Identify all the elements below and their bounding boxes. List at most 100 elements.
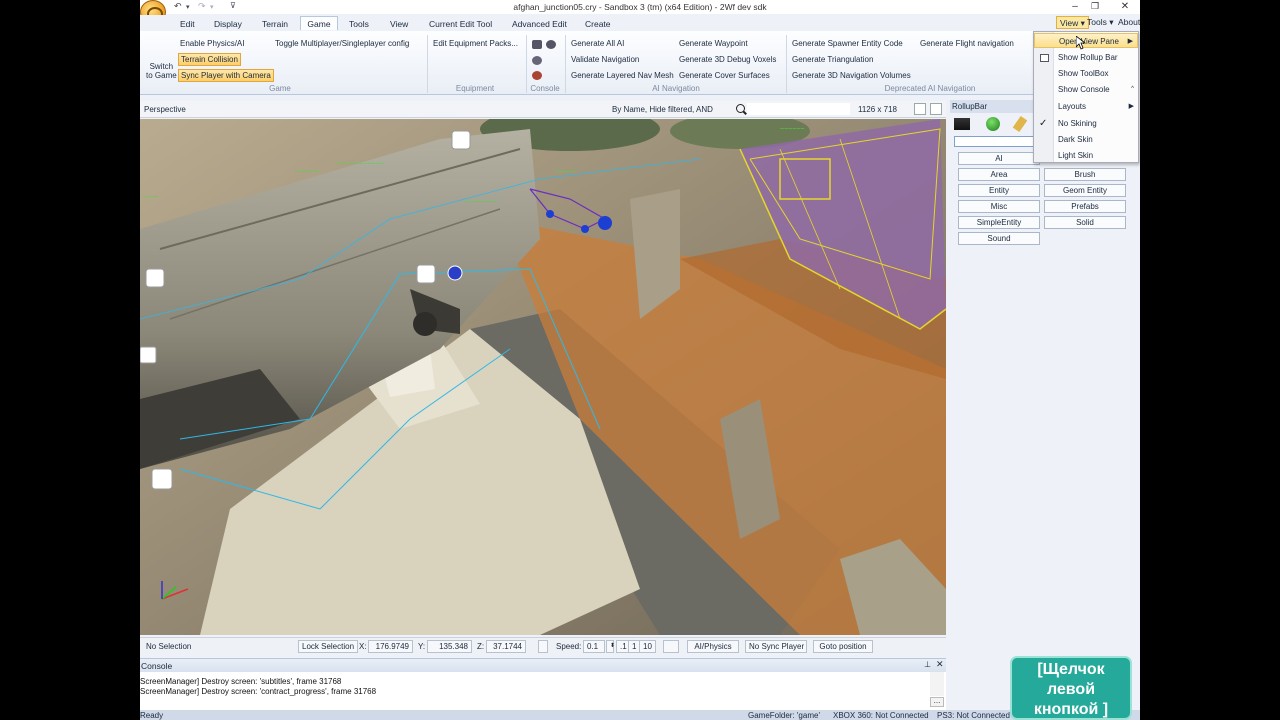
expand-up-icon: ^ xyxy=(1131,86,1134,92)
settings-gear-icon[interactable] xyxy=(532,56,542,65)
menu-layouts[interactable]: Layouts ▶ xyxy=(1034,99,1138,114)
x-coordinate-field[interactable]: 176.9749 xyxy=(368,640,413,653)
viewport-name[interactable]: Perspective xyxy=(144,105,186,114)
tab-display[interactable]: Display xyxy=(210,17,246,31)
enable-physics-ai-button[interactable]: Enable Physics/AI xyxy=(180,39,244,48)
maximize-viewport-icon[interactable] xyxy=(930,103,942,115)
speed-input[interactable]: 0.1 xyxy=(583,640,605,653)
close-icon[interactable]: ✕ xyxy=(1110,0,1140,14)
undo-dropdown-icon[interactable]: ▾ xyxy=(186,3,190,11)
goto-position-button[interactable]: Goto position xyxy=(813,640,873,653)
console-grid-icon[interactable] xyxy=(532,40,542,49)
perspective-viewport[interactable]: ~~~~~~ ~~~~~~~~~~~~ ~~~~~~~~ ~~~~~ ~~~~ … xyxy=(140,119,946,635)
ai-physics-button[interactable]: AI/Physics xyxy=(687,640,739,653)
redo-dropdown-icon[interactable]: ▾ xyxy=(210,3,214,11)
tools-menu-button[interactable]: Tools ▾ xyxy=(1084,16,1116,29)
generate-all-ai-button[interactable]: Generate All AI xyxy=(571,39,624,48)
console-scrollbar[interactable] xyxy=(930,672,944,696)
window-title: afghan_junction05.cry - Sandbox 3 (tm) (… xyxy=(513,2,767,12)
solid-button[interactable]: Solid xyxy=(1044,216,1126,229)
menu-show-toolbox[interactable]: Show ToolBox xyxy=(1034,66,1138,81)
tab-terrain[interactable]: Terrain xyxy=(258,17,292,31)
no-sync-player-button[interactable]: No Sync Player xyxy=(745,640,807,653)
terrain-collision-button[interactable]: Terrain Collision xyxy=(178,53,241,66)
tab-view[interactable]: View xyxy=(386,17,412,31)
record-icon[interactable] xyxy=(532,71,542,80)
entity-button[interactable]: Entity xyxy=(958,184,1040,197)
pin-icon[interactable]: ⊥ xyxy=(924,660,931,669)
svg-text:~~~~~~: ~~~~~~ xyxy=(295,169,320,176)
customize-toolbar-icon[interactable]: ⊽ xyxy=(230,1,236,10)
tab-game[interactable]: Game xyxy=(300,16,338,30)
menu-no-skining[interactable]: ✓ No Skining xyxy=(1034,116,1138,131)
z-coordinate-field[interactable]: 37.1744 xyxy=(486,640,526,653)
brush-button[interactable]: Brush xyxy=(1044,168,1126,181)
equipment-group-label: Equipment xyxy=(455,84,495,93)
camera-icon[interactable] xyxy=(546,40,556,49)
area-button[interactable]: Area xyxy=(958,168,1040,181)
coordinate-lock-icon[interactable] xyxy=(538,640,548,653)
tab-create[interactable]: Create xyxy=(581,17,615,31)
tab-advanced-edit[interactable]: Advanced Edit xyxy=(508,17,571,31)
switch-to-game-button[interactable]: Switch to Game xyxy=(146,62,177,80)
toggle-multiplayer-button[interactable]: Toggle Multiplayer/Singleplayer config xyxy=(275,39,409,48)
console-more-button[interactable]: ... xyxy=(930,697,944,707)
terrain-follow-icon[interactable] xyxy=(663,640,679,653)
generate-flight-navigation-button[interactable]: Generate Flight navigation xyxy=(920,39,1014,48)
prefabs-button[interactable]: Prefabs xyxy=(1044,200,1126,213)
ai-button[interactable]: AI xyxy=(958,152,1040,165)
validate-navigation-button[interactable]: Validate Navigation xyxy=(571,55,639,64)
menu-open-view-pane[interactable]: Open View Pane ▶ xyxy=(1034,33,1138,48)
generate-3d-navigation-volumes-button[interactable]: Generate 3D Navigation Volumes xyxy=(792,71,911,80)
pencil-tool-icon[interactable] xyxy=(1012,115,1028,133)
generate-cover-surfaces-button[interactable]: Generate Cover Surfaces xyxy=(679,71,770,80)
simpleentity-button[interactable]: SimpleEntity xyxy=(958,216,1040,229)
menu-show-console[interactable]: Show Console ^ xyxy=(1034,82,1138,97)
axis-toggle-icon[interactable] xyxy=(914,103,926,115)
ribbon-tabs: Edit Display Terrain Game Tools View Cur… xyxy=(140,15,1140,31)
undo-icon[interactable]: ↶ xyxy=(174,1,182,12)
svg-text:~~~~: ~~~~ xyxy=(142,194,158,201)
generate-waypoint-button[interactable]: Generate Waypoint xyxy=(679,39,748,48)
geom-entity-button[interactable]: Geom Entity xyxy=(1044,184,1126,197)
edit-equipment-packs-button[interactable]: Edit Equipment Packs... xyxy=(433,39,518,48)
view-dropdown-menu: Open View Pane ▶ Show Rollup Bar Show To… xyxy=(1033,31,1139,163)
xbox-status: XBOX 360: Not Connected xyxy=(833,711,929,720)
tab-current-edit-tool[interactable]: Current Edit Tool xyxy=(425,17,496,31)
speed-label: Speed: xyxy=(556,642,582,651)
deprecated-ai-navigation-group-label: Deprecated AI Navigation xyxy=(884,84,976,93)
z-label: Z: xyxy=(477,642,485,651)
submenu-arrow-icon: ▶ xyxy=(1128,103,1134,110)
objects-tool-icon[interactable] xyxy=(954,118,970,130)
menu-show-rollup-bar[interactable]: Show Rollup Bar xyxy=(1034,50,1138,65)
speed-spinner-icon[interactable]: ⬍ xyxy=(606,640,615,653)
generate-layered-nav-mesh-button[interactable]: Generate Layered Nav Mesh xyxy=(571,71,674,80)
search-icon[interactable] xyxy=(736,104,745,113)
generate-triangulation-button[interactable]: Generate Triangulation xyxy=(792,55,873,64)
y-coordinate-field[interactable]: 135.348 xyxy=(427,640,472,653)
rollup-bar-icon xyxy=(1040,54,1049,62)
sound-button[interactable]: Sound xyxy=(958,232,1040,245)
speed-preset-10-button[interactable]: 10 xyxy=(639,640,656,653)
about-menu-button[interactable]: About xyxy=(1115,16,1140,29)
menu-dark-skin[interactable]: Dark Skin xyxy=(1034,132,1138,147)
console-title: Console xyxy=(141,661,173,671)
game-folder-status: GameFolder: 'game' xyxy=(748,711,820,720)
rollup-object-field[interactable] xyxy=(954,136,1034,147)
maximize-icon[interactable]: ❐ xyxy=(1080,0,1110,14)
menu-light-skin[interactable]: Light Skin xyxy=(1034,148,1138,163)
terrain-tool-icon[interactable] xyxy=(986,117,1000,131)
game-group-label: Game xyxy=(269,84,291,93)
menu-show-rollup-bar-label: Show Rollup Bar xyxy=(1058,53,1118,62)
lock-selection-button[interactable]: Lock Selection xyxy=(298,640,359,653)
tab-edit[interactable]: Edit xyxy=(176,17,199,31)
tab-tools[interactable]: Tools xyxy=(345,17,373,31)
sync-player-with-camera-button[interactable]: Sync Player with Camera xyxy=(178,69,274,82)
generate-spawner-entity-code-button[interactable]: Generate Spawner Entity Code xyxy=(792,39,903,48)
redo-icon[interactable]: ↷ xyxy=(198,1,206,12)
misc-button[interactable]: Misc xyxy=(958,200,1040,213)
console-close-icon[interactable]: ✕ xyxy=(936,659,944,670)
object-search-input[interactable] xyxy=(747,103,850,115)
rollup-bar: RollupBar AI Area Entity Misc SimpleEnti… xyxy=(950,98,1138,710)
generate-3d-debug-voxels-button[interactable]: Generate 3D Debug Voxels xyxy=(679,55,776,64)
